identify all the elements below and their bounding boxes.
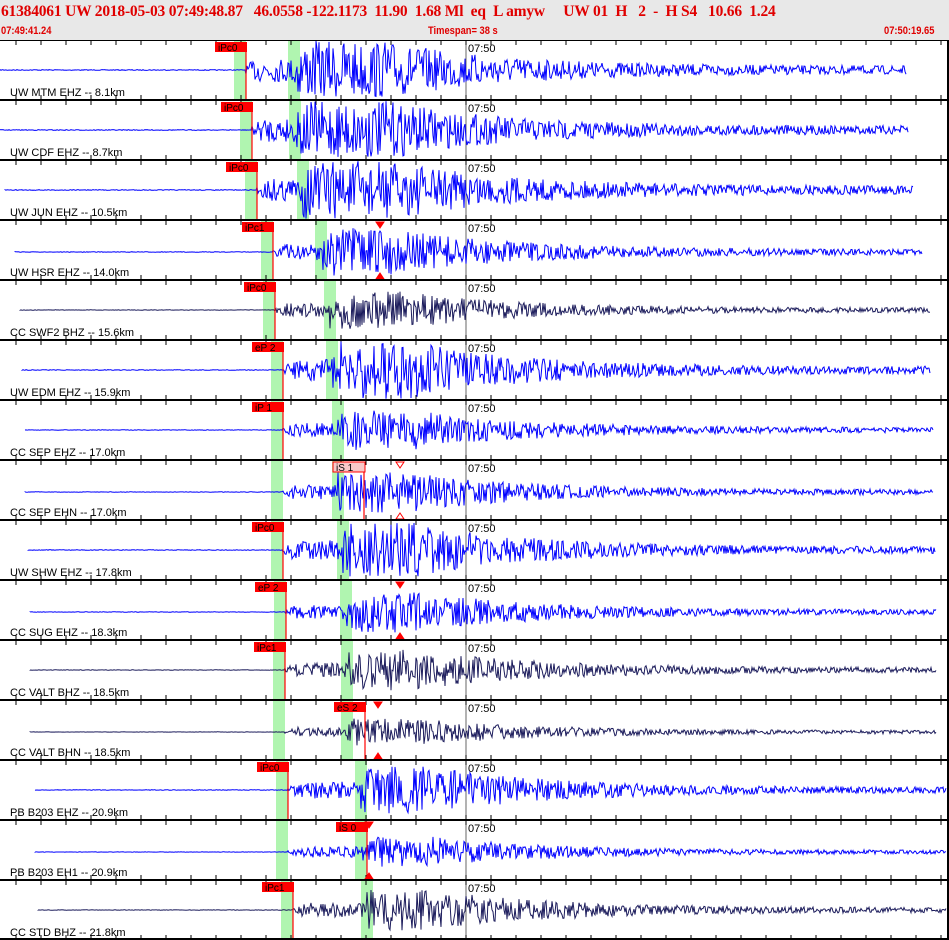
minute-label: 07:50 <box>468 163 496 175</box>
pick-label: iPc0 <box>247 283 267 294</box>
minute-label: 07:50 <box>468 463 496 475</box>
channel-label: CC VALT BHN -- 18.5km <box>10 747 130 759</box>
pick-label: iP 1 <box>255 403 272 414</box>
amplitude-marker-bottom <box>375 272 385 280</box>
p-window <box>271 460 283 520</box>
s-window <box>315 220 327 280</box>
channel-label: UW HSR EHZ -- 14.0km <box>10 267 129 279</box>
minute-label: 07:50 <box>468 103 496 115</box>
channel-label: CC SUG EHZ -- 18.3km <box>10 627 127 639</box>
pick-label: iPc0 <box>260 763 280 774</box>
pick-label: iPc0 <box>229 163 249 174</box>
waveform-trace <box>24 410 934 450</box>
waveform-trace <box>19 291 931 329</box>
channel-panel[interactable]: 07:50 iS 1 CC SEP EHN -- 17.0km <box>0 459 949 520</box>
minute-label: 07:50 <box>468 403 496 415</box>
waveform-trace <box>37 889 947 932</box>
channel-panel[interactable]: 07:50 iPc0 CC SWF2 BHZ -- 15.6km <box>0 279 949 340</box>
end-time: 07:50:19.65 <box>884 25 935 37</box>
channel-panel[interactable]: 07:50 iPc1 UW HSR EHZ -- 14.0km <box>0 219 949 280</box>
minute-label: 07:50 <box>468 583 496 595</box>
minute-label: 07:50 <box>468 283 496 295</box>
channel-panel[interactable]: 07:50 iPc0 UW MTM EHZ -- 8.1km <box>0 40 949 100</box>
pick-label: eP 2 <box>255 343 276 354</box>
channel-label: PB B203 EH1 -- 20.9km <box>10 867 127 879</box>
pick-label: iPc0 <box>224 103 244 114</box>
channel-panel[interactable]: 07:50 iPc1 CC VALT BHZ -- 18.5km <box>0 639 949 700</box>
channel-panel[interactable]: 07:50 iPc0 UW JUN EHZ -- 10.5km <box>0 159 949 220</box>
amplitude-marker-bottom <box>395 512 405 520</box>
minute-label: 07:50 <box>468 223 496 235</box>
channel-label: CC VALT BHZ -- 18.5km <box>10 687 129 699</box>
amplitude-marker-top <box>395 581 405 589</box>
minute-label: 07:50 <box>468 643 496 655</box>
pick-label: iPc1 <box>265 883 285 894</box>
channel-label: UW EDM EHZ -- 15.9km <box>10 387 130 399</box>
minute-label: 07:50 <box>468 523 496 535</box>
timespan: Timespan= 38 s <box>428 25 498 37</box>
amplitude-marker-top <box>373 701 383 709</box>
channel-panel[interactable]: 07:50 eS 2 CC VALT BHN -- 18.5km <box>0 699 949 760</box>
event-summary: 61384061 UW 2018-05-03 07:49:48.87 46.05… <box>1 3 776 20</box>
waveform-trace <box>29 592 937 633</box>
start-time: 07:49:41.24 <box>1 25 52 37</box>
p-window <box>276 820 288 880</box>
pick-label: iPc1 <box>257 643 277 654</box>
channel-panel[interactable]: 07:50 iPc0 UW CDF EHZ -- 8.7km <box>0 99 949 160</box>
waveform-trace <box>24 472 934 513</box>
channel-panel[interactable]: 07:50 eP 2 UW EDM EHZ -- 15.9km <box>0 339 949 400</box>
channel-panel[interactable]: 07:50 iPc0 PB B203 EHZ -- 20.9km <box>0 759 949 820</box>
pick-label: iPc0 <box>255 523 275 534</box>
channel-label: CC SWF2 BHZ -- 15.6km <box>10 327 134 339</box>
waveform-trace <box>34 836 947 868</box>
pick-label: iPc0 <box>218 43 238 54</box>
channel-panel[interactable]: 07:50 iP 1 CC SEP EHZ -- 17.0km <box>0 399 949 460</box>
channel-panel[interactable]: 07:50 iPc0 UW SHW EHZ -- 17.8km <box>0 519 949 580</box>
channel-panel[interactable]: 07:50 eP 2 CC SUG EHZ -- 18.3km <box>0 579 949 640</box>
waveform-trace <box>29 649 937 691</box>
amplitude-marker-bottom <box>395 632 405 640</box>
minute-label: 07:50 <box>468 703 496 715</box>
seismogram-panels[interactable]: 07:50 iPc0 UW MTM EHZ -- 8.1km 07:50 iPc0 UW … <box>0 40 949 940</box>
minute-label: 07:50 <box>468 763 496 775</box>
minute-label: 07:50 <box>468 823 496 835</box>
minute-label: 07:50 <box>468 43 496 55</box>
channel-label: UW SHW EHZ -- 17.8km <box>10 567 132 579</box>
waveform-trace <box>14 228 923 276</box>
waveform-trace <box>0 101 909 157</box>
amplitude-marker-top <box>375 221 385 229</box>
channel-label: UW JUN EHZ -- 10.5km <box>10 207 127 219</box>
channel-label: CC STD BHZ -- 21.8km <box>10 927 126 939</box>
channel-label: CC SEP EHZ -- 17.0km <box>10 447 125 459</box>
channel-panel[interactable]: 07:50 iPc1 CC STD BHZ -- 21.8km <box>0 879 949 940</box>
minute-label: 07:50 <box>468 883 496 895</box>
waveform-trace <box>0 41 907 98</box>
minute-label: 07:50 <box>468 343 496 355</box>
p-window <box>273 700 285 760</box>
pick-label: eS 2 <box>337 703 358 714</box>
waveform-trace <box>29 718 937 746</box>
channel-label: PB B203 EHZ -- 20.9km <box>10 807 128 819</box>
pick-label: iS 1 <box>336 463 354 474</box>
event-header: 61384061 UW 2018-05-03 07:49:48.87 46.05… <box>0 0 949 40</box>
pick-label: iS 0 <box>339 823 357 834</box>
amplitude-marker-bottom <box>373 752 383 760</box>
pick-label: eP 2 <box>258 583 279 594</box>
channel-label: UW MTM EHZ -- 8.1km <box>10 87 125 99</box>
pick-label: iPc1 <box>245 223 265 234</box>
waveform-trace <box>4 161 914 219</box>
channel-label: CC SEP EHN -- 17.0km <box>10 507 127 519</box>
amplitude-marker-top <box>395 461 405 469</box>
channel-panel[interactable]: 07:50 iS 0 PB B203 EH1 -- 20.9km <box>0 819 949 880</box>
channel-label: UW CDF EHZ -- 8.7km <box>10 147 122 159</box>
